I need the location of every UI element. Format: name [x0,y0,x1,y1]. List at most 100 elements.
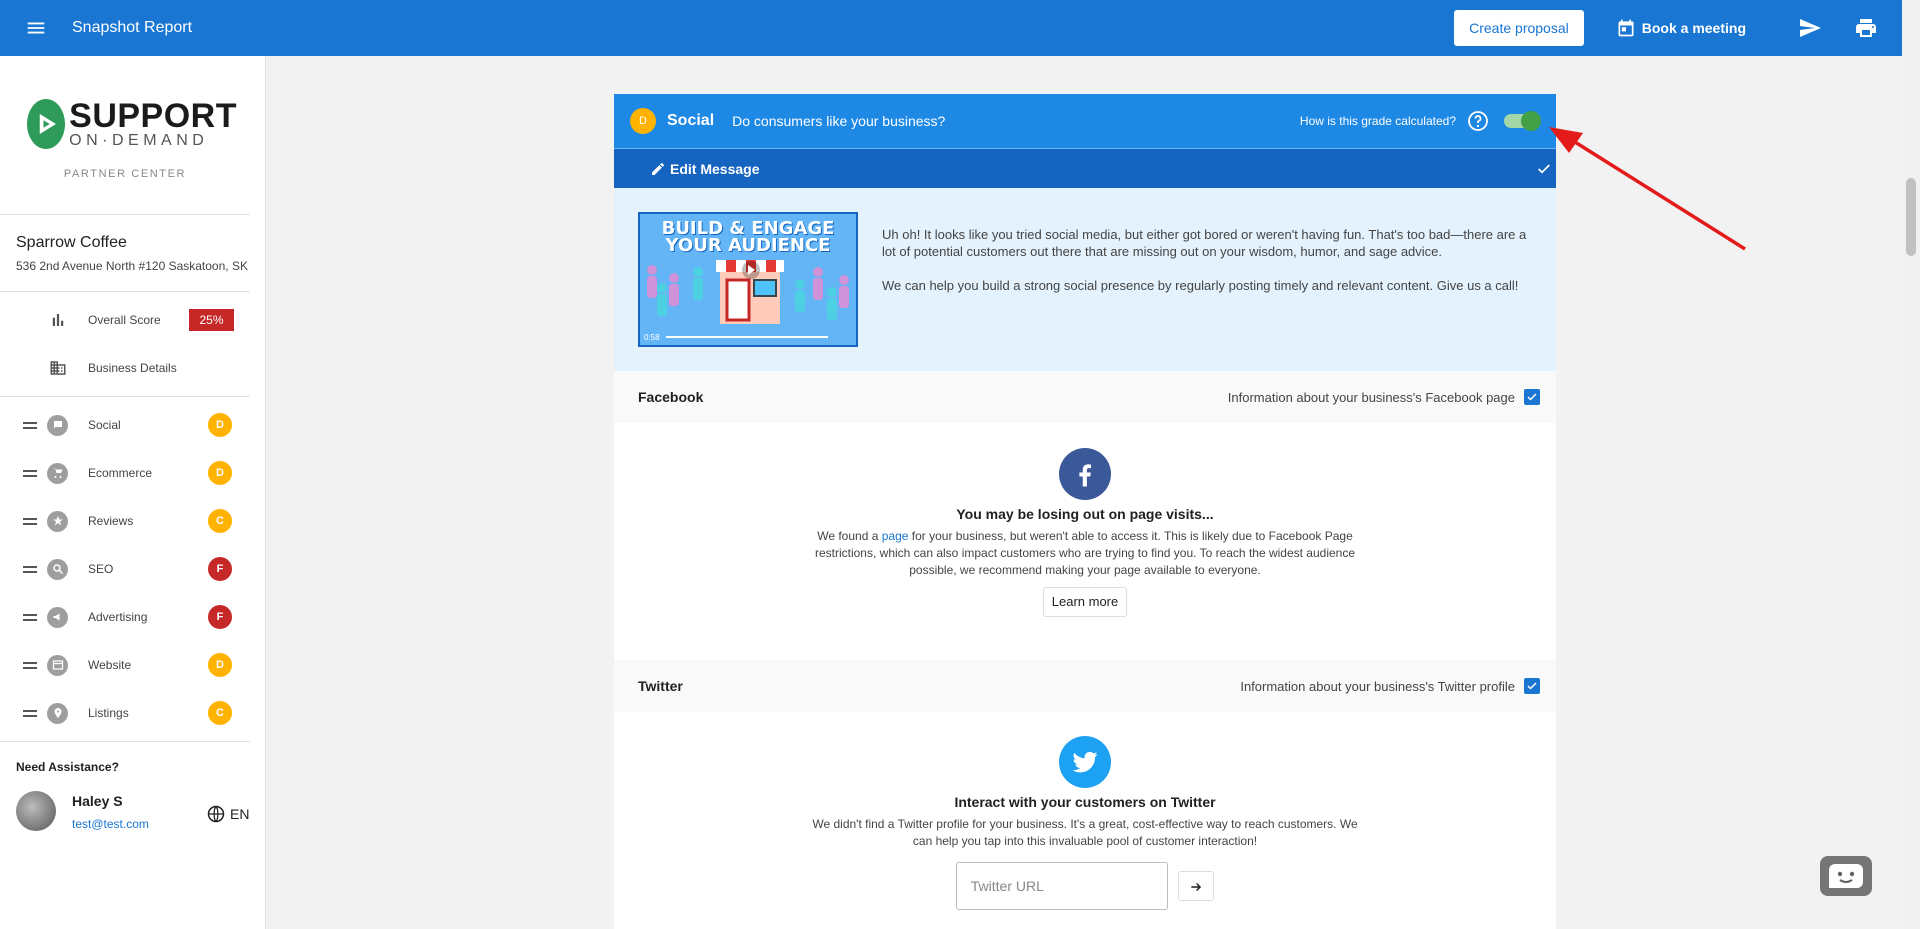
send-button[interactable] [1782,0,1838,56]
play-logo-icon [27,98,66,149]
grade-badge: D [208,653,232,677]
nav-overall-score[interactable]: Overall Score 25% [0,300,250,340]
facebook-include-checkbox[interactable] [1524,389,1540,405]
drag-handle-icon[interactable] [23,709,37,717]
sidebar-item-listings[interactable]: Listings C [0,693,250,733]
divider [0,214,250,215]
drag-handle-icon[interactable] [23,421,37,429]
facebook-page-link[interactable]: page [882,529,909,543]
sidebar-item-label: Listings [88,706,129,720]
star-icon [47,510,68,532]
overall-score-badge: 25% [189,309,234,331]
building-icon [50,361,66,375]
bar-chart-icon [52,314,64,326]
drag-handle-icon[interactable] [23,661,37,669]
sidebar: SUPPORT ON·DEMAND PARTNER CENTER Sparrow… [0,56,266,929]
megaphone-icon [47,606,68,628]
drag-handle-icon[interactable] [23,613,37,621]
divider [0,396,250,397]
sidebar-item-social[interactable]: Social D [0,405,250,445]
chat-bubble-icon [47,414,68,436]
sidebar-item-label: Website [88,658,132,672]
video-title: BUILD & ENGAGE YOUR AUDIENCE [640,220,856,255]
facebook-section-header: Facebook Information about your business… [614,371,1556,423]
chat-bot-icon [1829,864,1863,888]
facebook-text-before: We found a [817,529,882,543]
facebook-section-body: You may be losing out on page visits... … [614,423,1556,660]
video-player[interactable]: BUILD & ENGAGE YOUR AUDIENCE 0:58 [638,212,858,347]
annotation-arrow-icon [1549,127,1746,251]
book-meeting-button[interactable]: Book a meeting [1616,18,1746,38]
twitter-icon [1059,736,1111,788]
facebook-info-label: Information about your business's Facebo… [1227,389,1515,405]
edit-message-bar[interactable]: Edit Message [614,149,1556,188]
print-icon [1856,19,1876,37]
language-selector[interactable]: EN [206,804,249,824]
twitter-section-title: Twitter [638,678,683,694]
social-section-card: D Social Do consumers like your business… [614,94,1556,929]
partner-center-label: PARTNER CENTER [63,168,187,180]
facebook-section-title: Facebook [638,389,704,405]
twitter-url-input[interactable]: Twitter URL [955,862,1168,910]
sidebar-item-label: SEO [88,562,114,576]
print-button[interactable] [1838,0,1894,56]
twitter-submit-button[interactable] [1178,871,1215,901]
drag-handle-icon[interactable] [23,517,37,525]
scrollbar-thumb[interactable] [1906,178,1916,256]
sidebar-item-website[interactable]: Website D [0,645,250,685]
agent-email-link[interactable]: test@test.com [72,817,149,831]
sidebar-item-reviews[interactable]: Reviews C [0,501,250,541]
calendar-icon [1618,19,1634,37]
grade-badge: F [208,605,232,629]
learn-more-button[interactable]: Learn more [1042,587,1128,617]
nav-business-details[interactable]: Business Details [0,348,250,388]
send-icon [1800,19,1821,37]
video-progress-bar[interactable] [666,336,828,338]
pencil-icon [652,162,664,175]
toggle-knob [1521,111,1541,131]
grade-badge: D [208,413,232,437]
divider [0,291,250,292]
help-icon[interactable] [1466,109,1490,133]
grade-badge: D [208,461,232,485]
drag-handle-icon[interactable] [23,469,37,477]
cart-icon [47,462,68,484]
sidebar-item-label: Ecommerce [88,466,153,480]
twitter-include-checkbox[interactable] [1524,678,1540,694]
twitter-message-title: Interact with your customers on Twitter [954,794,1216,810]
grade-badge: F [208,557,232,581]
message-area: BUILD & ENGAGE YOUR AUDIENCE 0:58 Uh oh!… [614,188,1556,371]
menu-button[interactable] [0,0,72,56]
sidebar-item-advertising[interactable]: Advertising F [0,597,250,637]
sidebar-item-label: Social [88,418,121,432]
arrow-right-icon [1191,882,1202,891]
social-card-subtitle: Do consumers like your business? [732,113,946,129]
divider [0,741,250,742]
chat-widget-button[interactable] [1820,856,1872,896]
sidebar-item-seo[interactable]: SEO F [0,549,250,589]
hamburger-icon [27,22,45,34]
business-address: 536 2nd Avenue North #120 Saskatoon, SK [16,259,248,273]
twitter-section-header: Twitter Information about your business'… [614,660,1556,712]
support-on-demand-logo: SUPPORT ON·DEMAND [27,96,237,151]
search-icon [47,558,68,580]
business-name: Sparrow Coffee [16,234,127,251]
crowd-illustration-icon [647,260,849,324]
twitter-info-label: Information about your business's Twitte… [1240,678,1515,694]
sidebar-item-ecommerce[interactable]: Ecommerce D [0,453,250,493]
create-proposal-button[interactable]: Create proposal [1454,10,1584,46]
sidebar-item-label: Reviews [88,514,134,528]
sidebar-item-label: Advertising [88,610,148,624]
section-visibility-toggle[interactable] [1504,111,1541,131]
agent-name: Haley S [72,793,123,809]
grade-badge: C [208,509,232,533]
facebook-message-text: We found a page for your business, but w… [805,528,1365,579]
drag-handle-icon[interactable] [23,565,37,573]
app-title: Snapshot Report [72,19,193,36]
business-details-label: Business Details [88,361,177,375]
message-paragraph-1: Uh oh! It looks like you tried social me… [882,227,1527,259]
message-text: Uh oh! It looks like you tried social me… [882,226,1530,311]
language-label: EN [230,806,250,822]
grade-calculation-link[interactable]: How is this grade calculated? [1300,114,1456,128]
page-scrollbar[interactable] [1902,0,1920,929]
